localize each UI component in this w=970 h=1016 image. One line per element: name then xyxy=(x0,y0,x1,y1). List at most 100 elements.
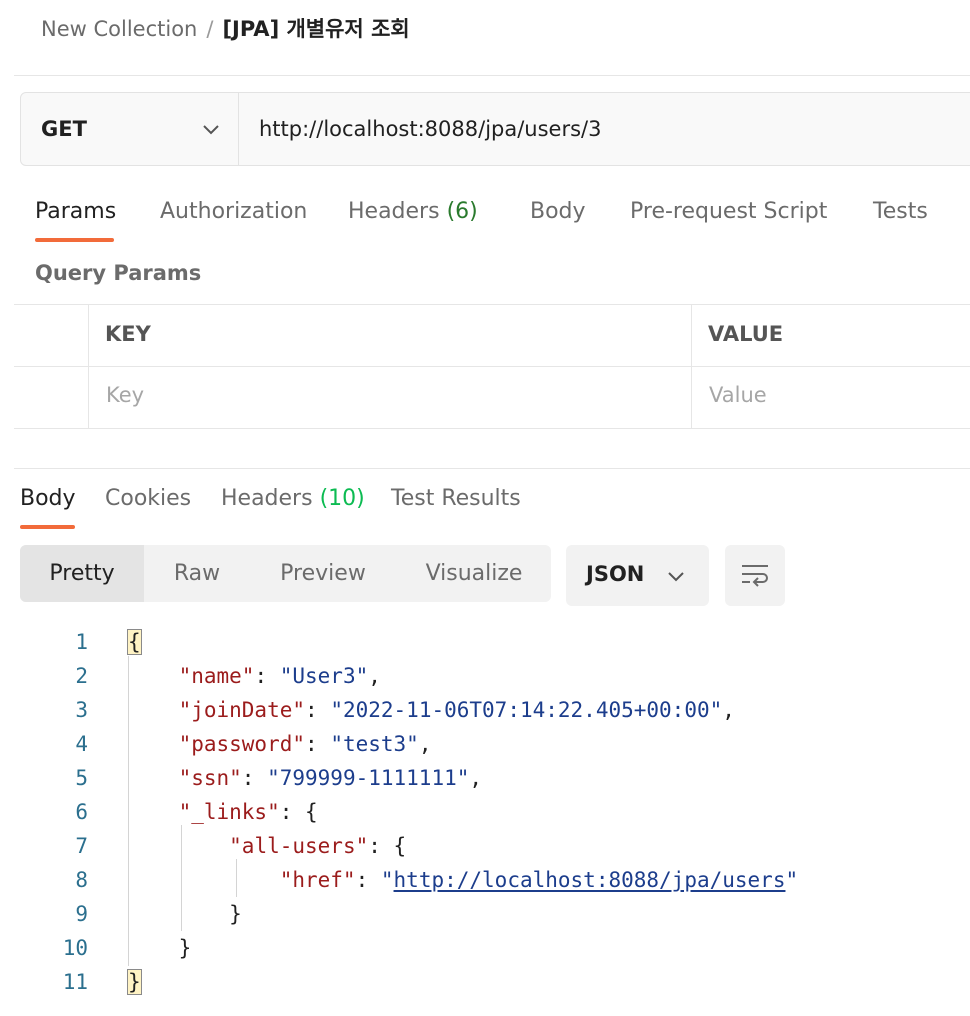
json-string: "test3" xyxy=(330,732,419,756)
code-line: "ssn": "799999-1111111", xyxy=(128,761,798,795)
json-key: "all-users" xyxy=(229,834,369,858)
request-name[interactable]: [JPA] 개별유저 조회 xyxy=(222,17,409,41)
tab-headers[interactable]: Headers (6) xyxy=(348,199,478,224)
json-key: "name" xyxy=(178,664,255,688)
line-number: 3 xyxy=(75,698,88,722)
breadcrumb-separator: / xyxy=(206,17,214,41)
table-col-divider xyxy=(691,305,692,428)
code-line: "name": "User3", xyxy=(128,659,798,693)
json-string: "2022-11-06T07:14:22.405+00:00" xyxy=(330,698,723,722)
code-line: "joinDate": "2022-11-06T07:14:22.405+00:… xyxy=(128,693,798,727)
column-header-key: KEY xyxy=(105,322,151,346)
wrap-lines-button[interactable] xyxy=(725,545,785,606)
chevron-down-icon xyxy=(668,572,684,582)
code-line: } xyxy=(128,897,798,931)
response-tab-headers[interactable]: Headers (10) xyxy=(221,486,365,511)
line-number: 1 xyxy=(75,630,88,654)
text-wrap-icon xyxy=(742,565,768,587)
code-line: "all-users": { xyxy=(128,829,798,863)
format-select[interactable]: JSON xyxy=(566,545,709,606)
response-tab-headers-count: (10) xyxy=(319,486,365,511)
view-mode-raw[interactable]: Raw xyxy=(152,545,242,602)
url-input[interactable]: http://localhost:8088/jpa/users/3 xyxy=(259,117,601,141)
format-label: JSON xyxy=(586,562,645,586)
indent-guide xyxy=(181,825,182,931)
view-mode-selector: Pretty Raw Preview Visualize xyxy=(20,545,551,602)
breadcrumb: New Collection / [JPA] 개별유저 조회 xyxy=(41,14,410,44)
code-lines: { "name": "User3", "joinDate": "2022-11-… xyxy=(127,625,798,999)
code-token: , xyxy=(418,732,432,756)
line-number: 8 xyxy=(75,868,88,892)
table-header-border xyxy=(14,366,970,367)
json-key: "password" xyxy=(178,732,306,756)
query-params-title: Query Params xyxy=(35,261,202,285)
table-top-border xyxy=(14,304,970,305)
json-string: " xyxy=(785,868,799,892)
code-token: } xyxy=(229,902,242,926)
code-line: { xyxy=(127,625,798,659)
line-number-gutter: 1 2 3 4 5 6 7 8 9 10 11 xyxy=(28,625,88,999)
view-mode-preview[interactable]: Preview xyxy=(267,545,379,602)
line-number: 10 xyxy=(62,936,88,960)
param-key-input[interactable]: Key xyxy=(106,383,144,407)
response-tab-cookies[interactable]: Cookies xyxy=(105,486,191,511)
tab-headers-label: Headers xyxy=(348,199,440,224)
column-header-value: VALUE xyxy=(708,322,784,346)
request-url-bar: GET http://localhost:8088/jpa/users/3 xyxy=(20,92,970,166)
code-token: , xyxy=(722,698,735,722)
response-body-viewer[interactable]: 1 2 3 4 5 6 7 8 9 10 11 { "name": "User3", "joinDa… xyxy=(0,625,970,995)
tab-pre-request-script[interactable]: Pre-request Script xyxy=(630,199,827,224)
chevron-down-icon xyxy=(203,125,219,135)
code-token: : xyxy=(254,664,280,688)
response-tab-test-results[interactable]: Test Results xyxy=(391,486,521,511)
line-number: 7 xyxy=(75,834,88,858)
breadcrumb-collection[interactable]: New Collection xyxy=(41,17,197,41)
response-divider xyxy=(14,468,970,469)
response-tab-headers-label: Headers xyxy=(221,486,313,511)
tab-active-indicator xyxy=(35,238,114,242)
code-line: } xyxy=(127,965,798,999)
code-token: : xyxy=(355,868,381,892)
line-number: 9 xyxy=(75,902,88,926)
matched-brace: } xyxy=(127,969,142,995)
line-number: 11 xyxy=(62,970,88,994)
response-tab-body[interactable]: Body xyxy=(20,486,76,511)
json-key: "href" xyxy=(279,868,356,892)
json-key: "ssn" xyxy=(178,766,242,790)
code-line: "href": "http://localhost:8088/jpa/users… xyxy=(128,863,798,897)
code-line: } xyxy=(128,931,798,965)
line-number: 4 xyxy=(75,732,88,756)
table-bottom-border xyxy=(14,428,970,429)
tab-params[interactable]: Params xyxy=(35,199,116,224)
response-tab-indicator xyxy=(20,525,75,529)
json-key: "joinDate" xyxy=(178,698,306,722)
code-token: } xyxy=(178,936,192,960)
tab-body[interactable]: Body xyxy=(530,199,586,224)
code-token: , xyxy=(469,766,483,790)
code-token: , xyxy=(368,664,381,688)
json-string: "799999-1111111" xyxy=(267,766,470,790)
header-divider xyxy=(14,75,970,76)
line-number: 5 xyxy=(75,766,88,790)
method-label: GET xyxy=(41,117,87,141)
json-key: "_links" xyxy=(178,800,280,824)
view-mode-visualize[interactable]: Visualize xyxy=(410,545,538,602)
tab-tests[interactable]: Tests xyxy=(873,199,928,224)
json-string: "User3" xyxy=(279,664,369,688)
param-value-input[interactable]: Value xyxy=(709,383,767,407)
view-mode-pretty[interactable]: Pretty xyxy=(20,545,144,602)
tab-authorization[interactable]: Authorization xyxy=(160,199,307,224)
tab-headers-count: (6) xyxy=(446,199,478,224)
json-string: " xyxy=(380,868,394,892)
matched-brace: { xyxy=(127,629,142,655)
method-select[interactable]: GET xyxy=(21,93,239,165)
table-col-divider xyxy=(88,305,89,428)
json-link[interactable]: http://localhost:8088/jpa/users xyxy=(394,868,786,892)
